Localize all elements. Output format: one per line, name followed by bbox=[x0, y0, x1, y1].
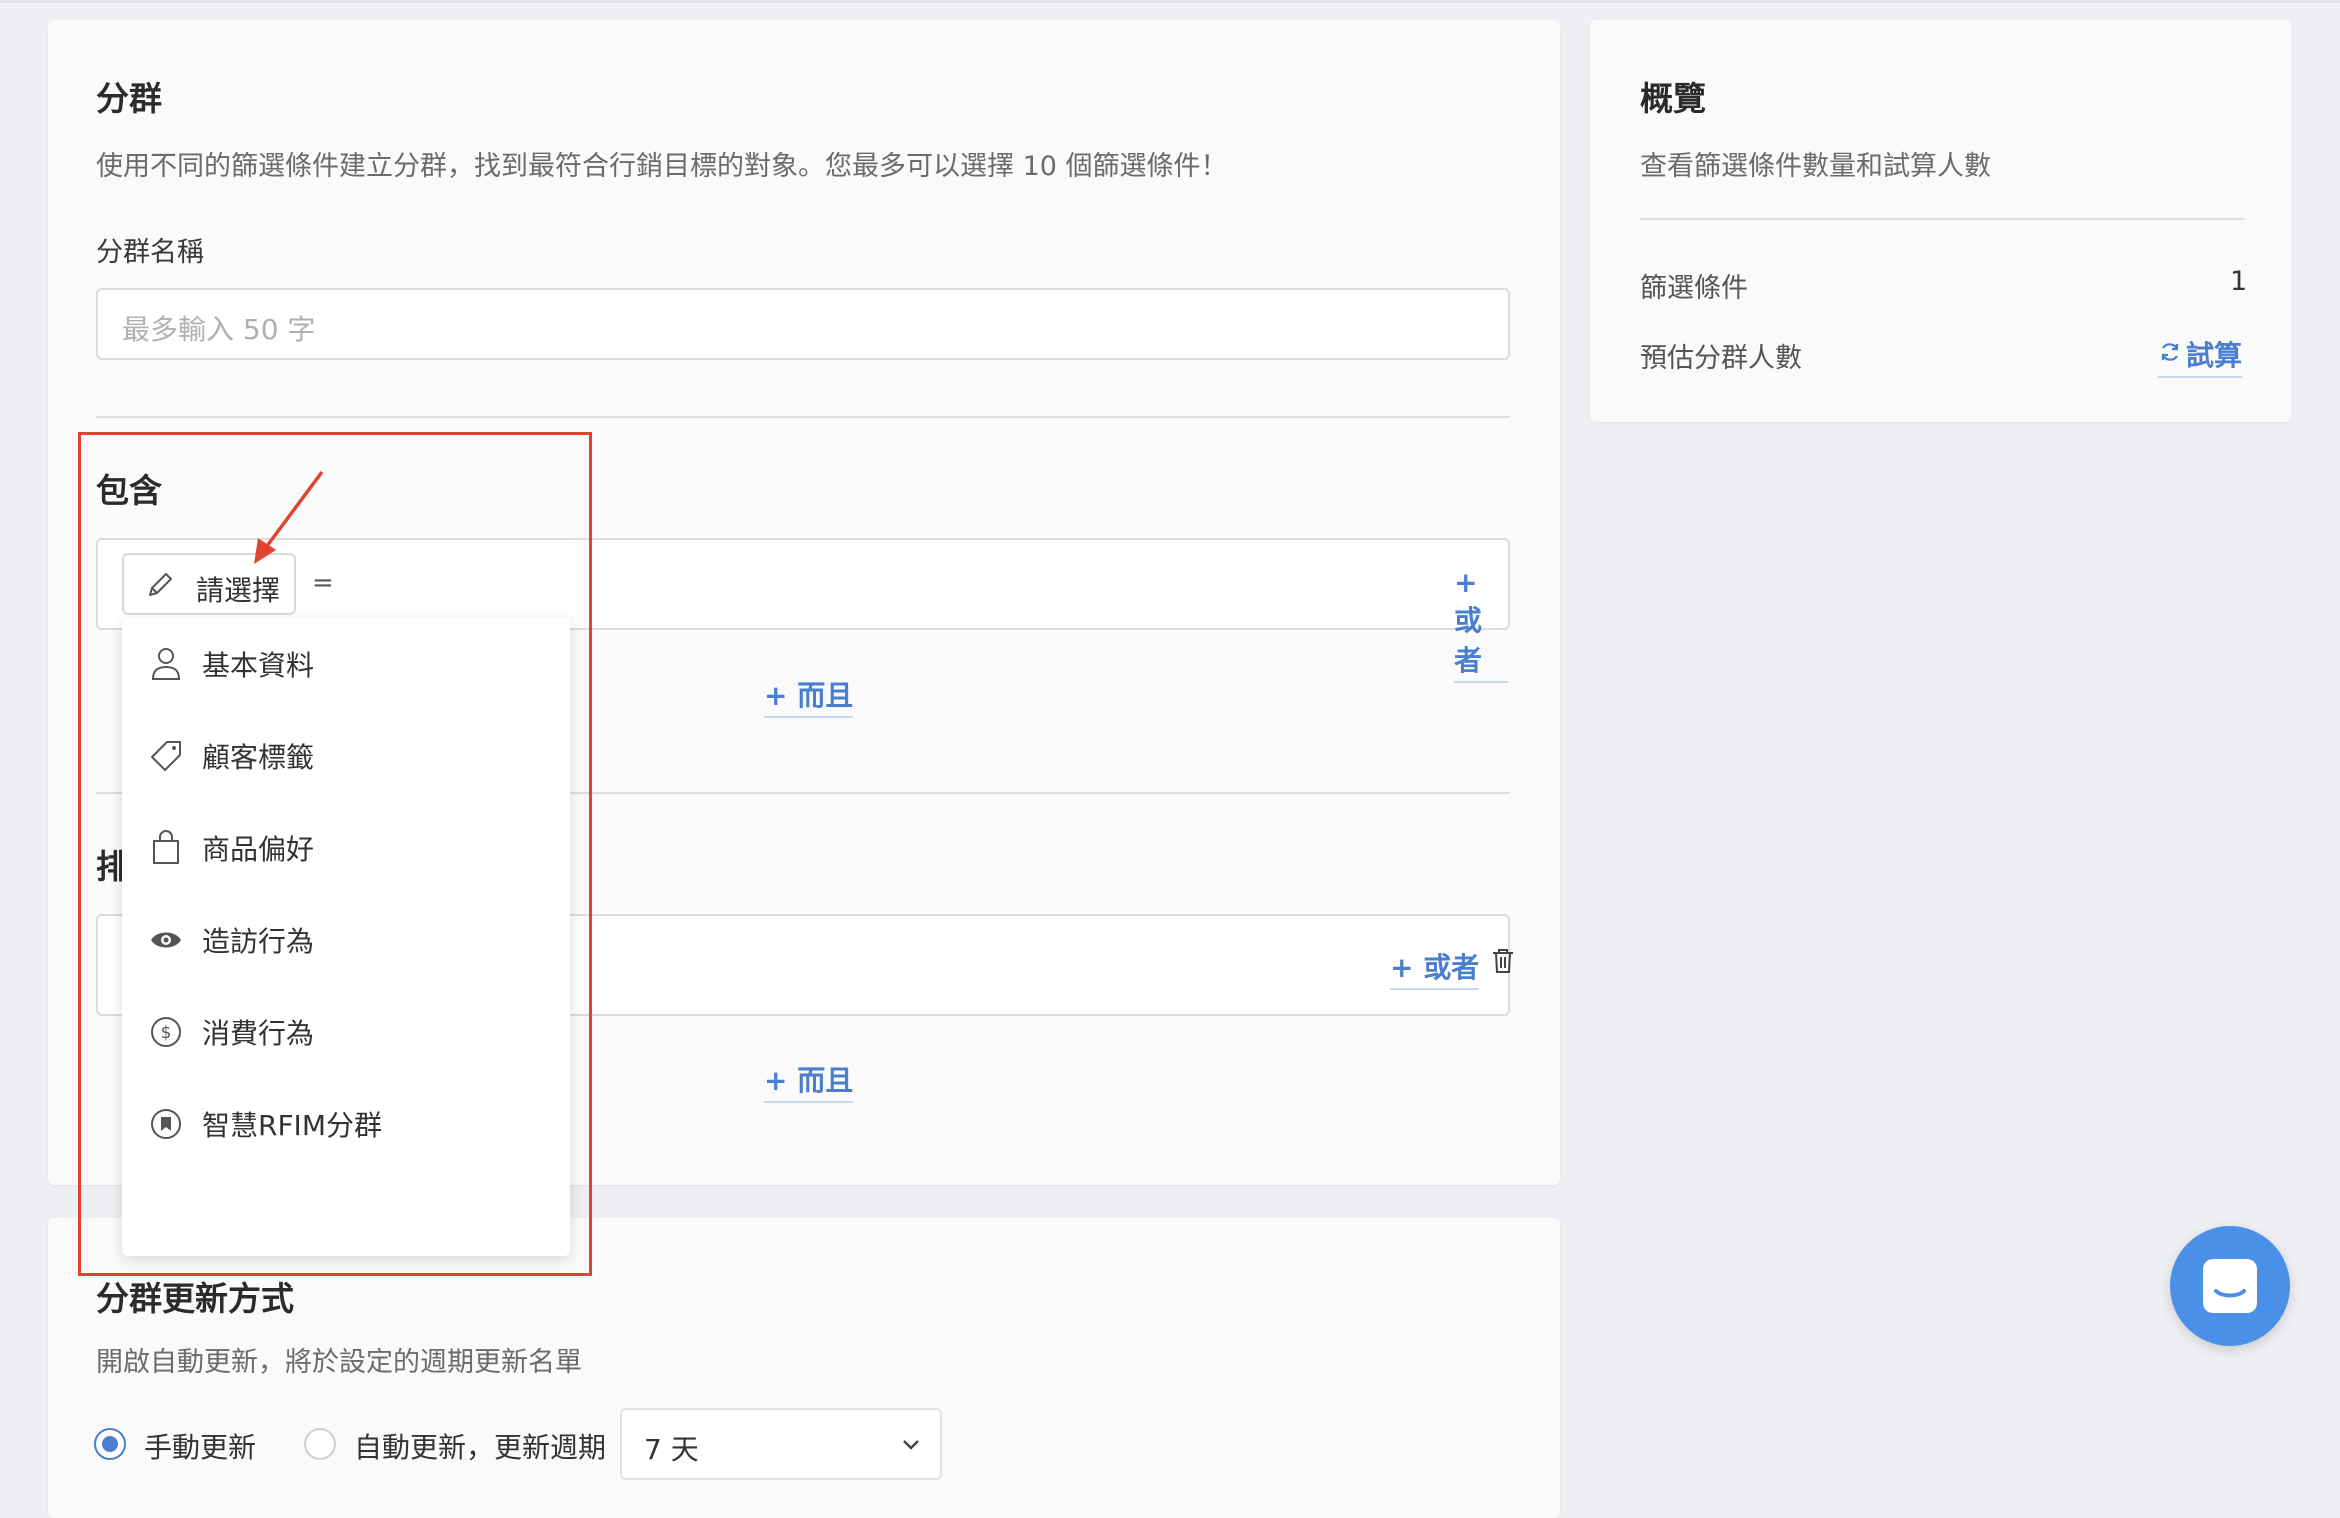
trash-icon[interactable] bbox=[1490, 946, 1516, 980]
include-or-button[interactable]: + 或者 bbox=[1454, 566, 1508, 683]
overview-description: 查看篩選條件數量和試算人數 bbox=[1640, 151, 1991, 182]
refresh-icon bbox=[2158, 340, 2182, 368]
update-title: 分群更新方式 bbox=[96, 1279, 294, 1318]
estimate-label: 預估分群人數 bbox=[1640, 343, 1802, 374]
manual-update-radio[interactable] bbox=[94, 1428, 126, 1460]
update-period-select[interactable]: 7 天 bbox=[620, 1408, 942, 1480]
section-divider bbox=[96, 416, 1510, 418]
segment-name-input[interactable]: 最多輸入 50 字 bbox=[96, 288, 1510, 360]
update-description: 開啟自動更新，將於設定的週期更新名單 bbox=[96, 1347, 582, 1378]
auto-update-label: 自動更新，更新週期 bbox=[354, 1431, 607, 1464]
calculate-button[interactable]: 試算 bbox=[2158, 334, 2243, 378]
manual-update-label: 手動更新 bbox=[144, 1431, 257, 1464]
calculate-label: 試算 bbox=[2186, 339, 2243, 372]
radio-dot bbox=[102, 1436, 118, 1452]
update-period-value: 7 天 bbox=[644, 1433, 699, 1466]
chat-button[interactable] bbox=[2170, 1226, 2290, 1346]
top-edge bbox=[0, 0, 2340, 3]
overview-title: 概覽 bbox=[1640, 79, 1706, 118]
filter-count-label: 篩選條件 bbox=[1640, 273, 1748, 304]
exclude-and-button[interactable]: + 而且 bbox=[764, 1059, 854, 1103]
exclude-or-button[interactable]: + 或者 bbox=[1390, 946, 1480, 990]
chevron-down-icon bbox=[900, 1434, 922, 1460]
segment-name-placeholder: 最多輸入 50 字 bbox=[122, 313, 316, 346]
annotation-arrow-icon bbox=[254, 470, 324, 564]
include-and-button[interactable]: + 而且 bbox=[764, 674, 854, 718]
segment-description: 使用不同的篩選條件建立分群，找到最符合行銷目標的對象。您最多可以選擇 10 個篩… bbox=[96, 151, 1228, 182]
chat-icon bbox=[2200, 1256, 2260, 1320]
overview-card: 概覽 查看篩選條件數量和試算人數 篩選條件 1 預估分群人數 試算 bbox=[1590, 20, 2292, 422]
overview-divider bbox=[1640, 218, 2244, 220]
segment-name-label: 分群名稱 bbox=[96, 237, 204, 268]
filter-count-value: 1 bbox=[2230, 266, 2248, 297]
segment-title: 分群 bbox=[96, 79, 162, 118]
auto-update-radio[interactable] bbox=[304, 1428, 336, 1460]
highlight-annotation-box bbox=[78, 432, 592, 1276]
